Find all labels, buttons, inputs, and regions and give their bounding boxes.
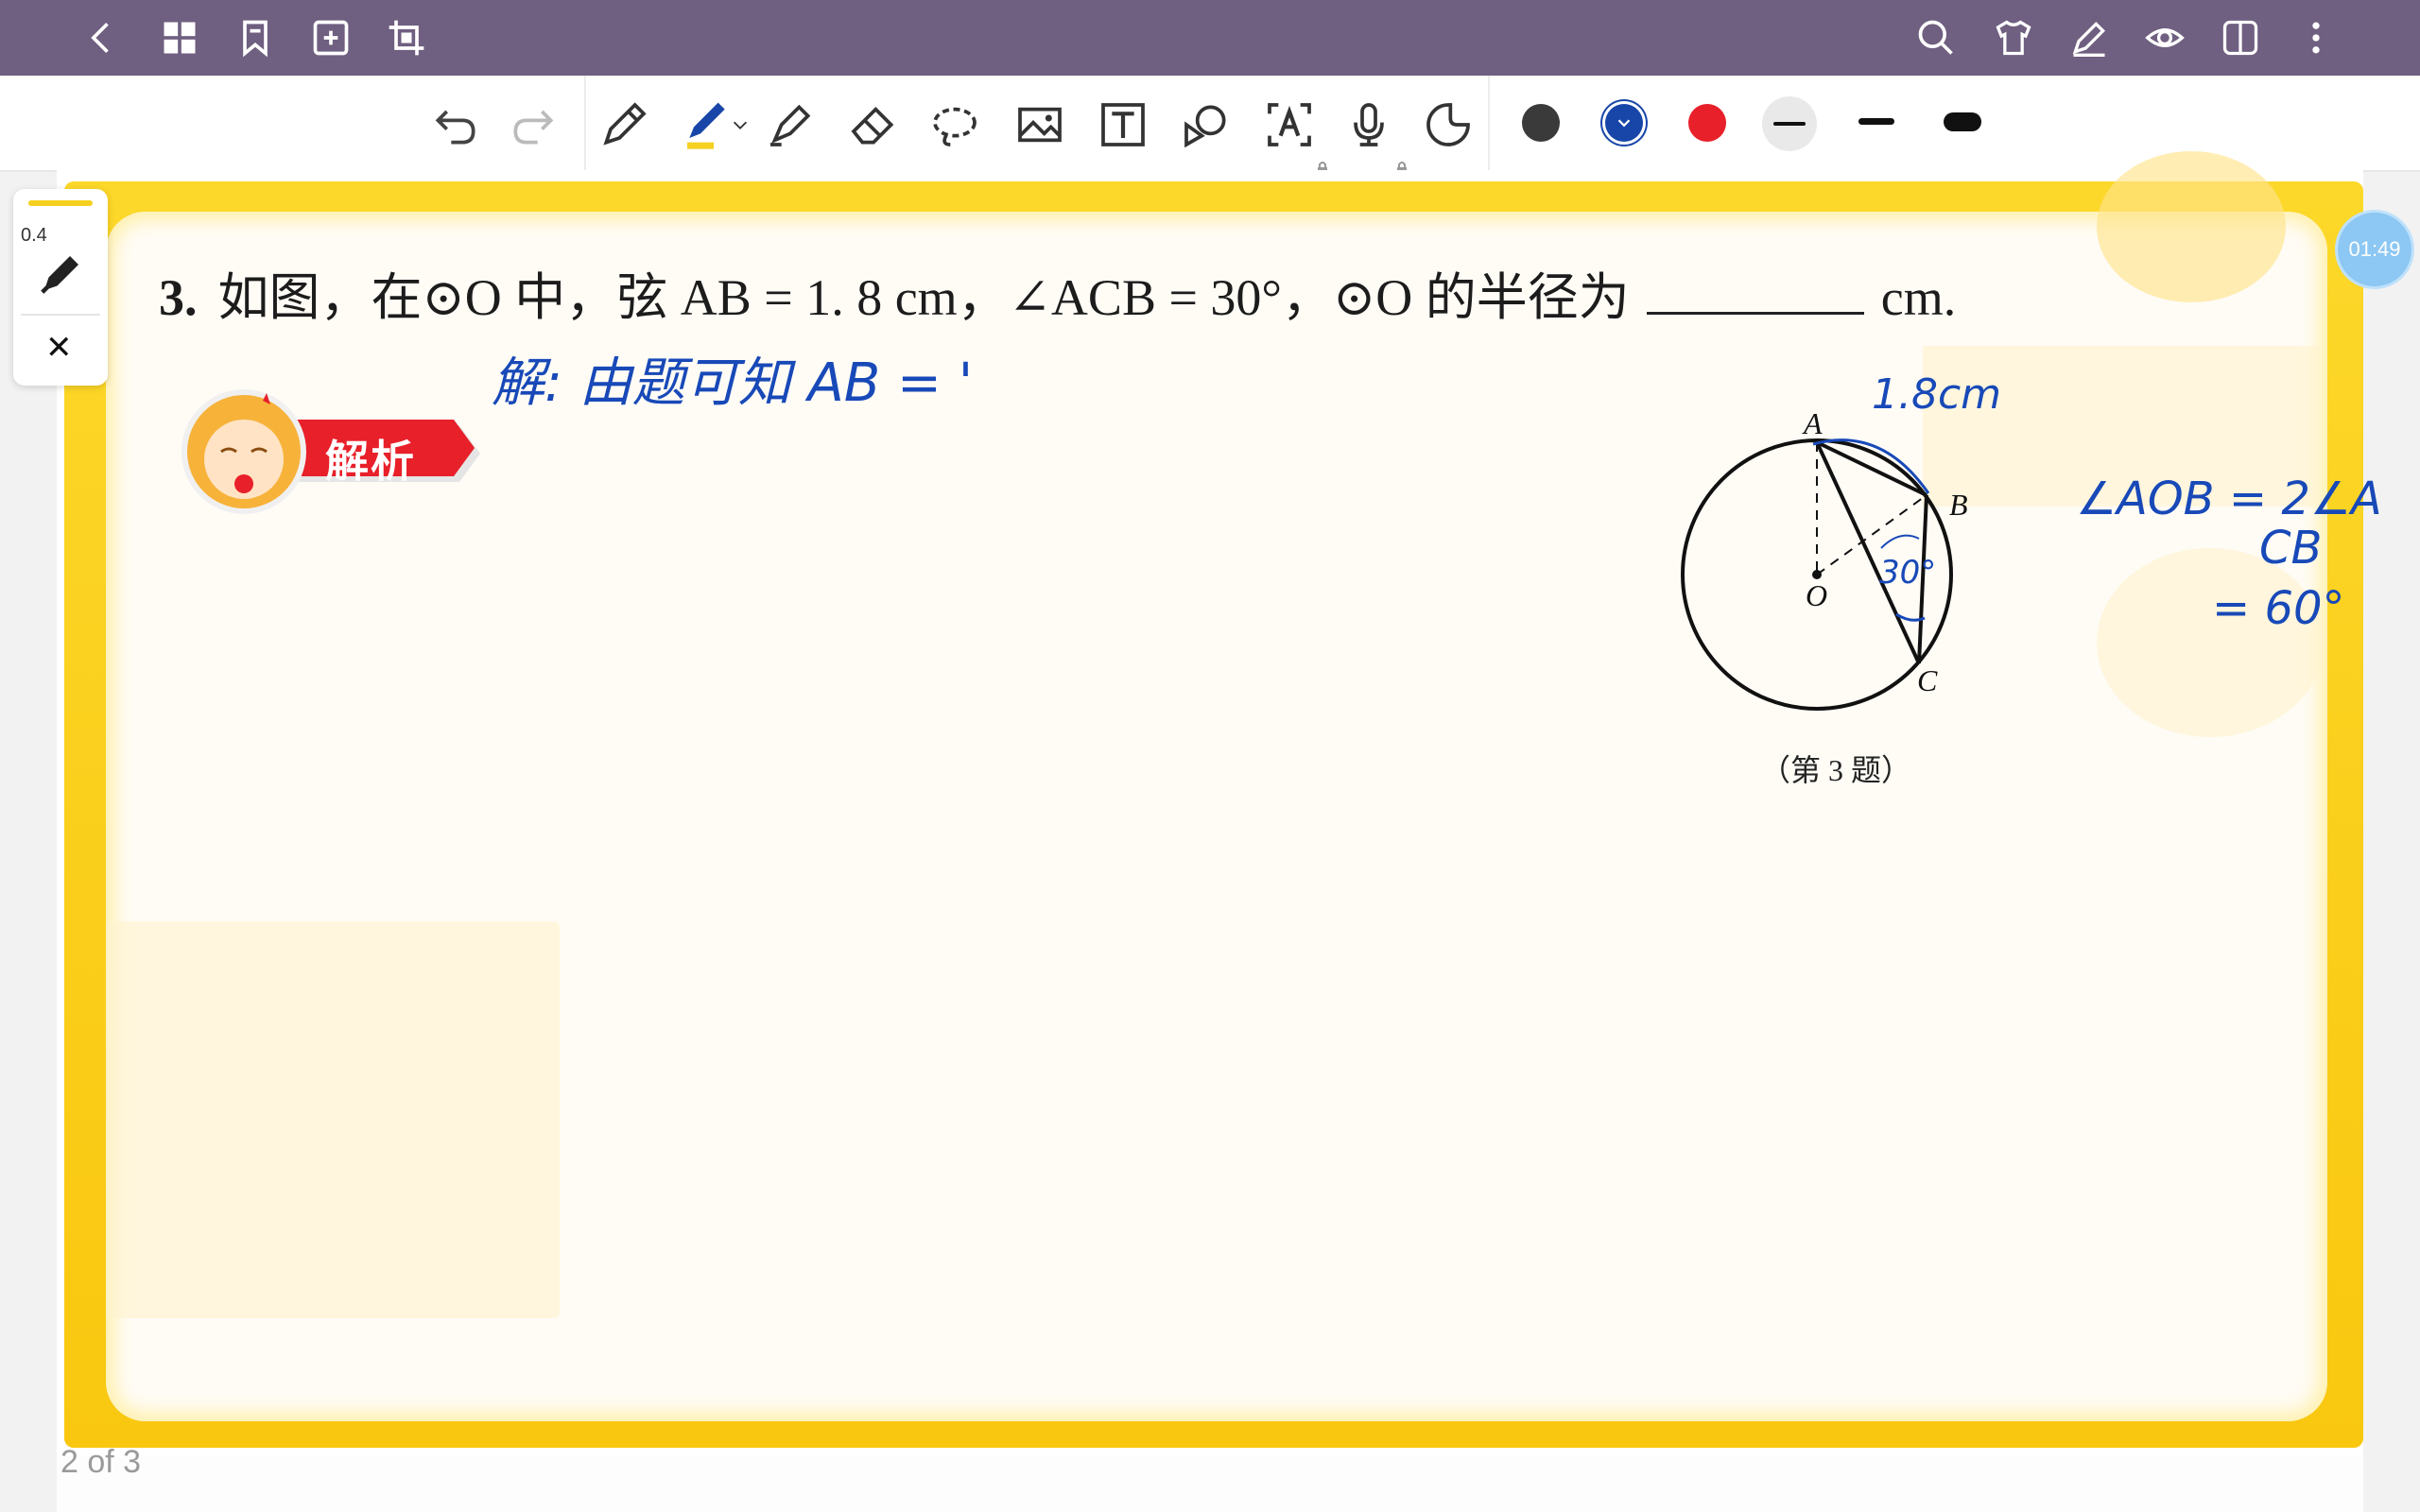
top-bar <box>0 0 2420 76</box>
stroke-width-thin[interactable] <box>1762 96 1817 151</box>
point-label-a: A <box>1804 406 1823 440</box>
point-label-b: B <box>1949 488 1968 522</box>
lasso-icon[interactable] <box>925 94 985 155</box>
question-number: 3. <box>159 269 198 326</box>
recording-timer[interactable]: 01:49 <box>2335 210 2414 289</box>
handwriting-note-3[interactable]: = 60° <box>2212 582 2345 635</box>
image-icon[interactable] <box>1010 94 1070 155</box>
active-color-bar <box>28 200 93 206</box>
search-icon[interactable] <box>1913 15 1959 60</box>
crop-icon[interactable] <box>384 15 429 60</box>
pen-icon[interactable] <box>594 94 654 155</box>
figure-caption: （第 3 题） <box>1760 753 1912 787</box>
text-box-icon[interactable] <box>1093 94 1153 155</box>
panel-divider <box>21 314 100 316</box>
next-page-preview <box>57 1455 2363 1512</box>
eye-icon[interactable] <box>2142 15 2187 60</box>
split-view-icon[interactable] <box>2218 15 2263 60</box>
question-body: 如图，在⊙O 中，弦 AB = 1. 8 cm，∠ACB = 30°，⊙O 的半… <box>217 269 1630 326</box>
sticker-icon[interactable] <box>1418 94 1478 155</box>
eraser-icon[interactable] <box>843 94 904 155</box>
handwriting-line1[interactable]: 解: 由题可知 AB = ' <box>492 340 973 417</box>
stroke-width-thick[interactable] <box>1944 112 1981 131</box>
redo-icon[interactable] <box>503 94 563 155</box>
close-panel-button[interactable]: ✕ <box>45 329 73 367</box>
more-icon[interactable] <box>2293 15 2339 60</box>
stroke-width-medium[interactable] <box>1858 118 1894 125</box>
color-swatch-blue[interactable] <box>1605 104 1643 142</box>
watermark-block <box>106 921 560 1318</box>
analysis-label: 解析 <box>325 437 416 486</box>
answer-blank[interactable] <box>1646 276 1864 315</box>
handwriting-note-2[interactable]: CB <box>2259 522 2322 575</box>
pen-size-value: 0.4 <box>21 225 47 246</box>
back-icon[interactable] <box>79 15 125 60</box>
watermark-circle <box>2097 151 2286 302</box>
point-label-c: C <box>1917 663 1938 697</box>
chevron-down-icon[interactable] <box>728 94 752 155</box>
toolbar-separator <box>1488 76 1490 170</box>
toolbar-separator <box>584 76 586 170</box>
handwriting-note-1[interactable]: ∠AOB = 2∠A <box>2076 472 2382 525</box>
pen-settings-panel: 0.4 ✕ <box>13 189 108 386</box>
pen-edit-icon[interactable] <box>2066 15 2112 60</box>
question-unit: cm. <box>1880 269 1957 326</box>
highlighter-icon[interactable] <box>760 94 821 155</box>
bookmark-icon[interactable] <box>233 15 278 60</box>
text-recognize-icon[interactable] <box>1259 94 1320 155</box>
microphone-icon[interactable] <box>1339 94 1399 155</box>
drawing-toolbar <box>0 76 2420 175</box>
page-indicator: 2 of 3 <box>60 1444 142 1480</box>
handwriting-angle-mark[interactable]: 30° <box>1879 554 1936 592</box>
add-page-icon[interactable] <box>308 15 354 60</box>
question-text: 3. 如图，在⊙O 中，弦 AB = 1. 8 cm，∠ACB = 30°，⊙O … <box>159 255 1956 330</box>
point-label-o: O <box>1806 578 1828 612</box>
color-swatch-red[interactable] <box>1688 104 1726 142</box>
pen-preview-icon[interactable] <box>36 248 87 299</box>
undo-icon[interactable] <box>425 94 486 155</box>
color-swatch-dark[interactable] <box>1522 104 1560 142</box>
grid-icon[interactable] <box>157 15 202 60</box>
shape-icon[interactable] <box>1176 94 1236 155</box>
watermark-circle <box>2097 548 2324 737</box>
shirt-icon[interactable] <box>1991 15 2036 60</box>
